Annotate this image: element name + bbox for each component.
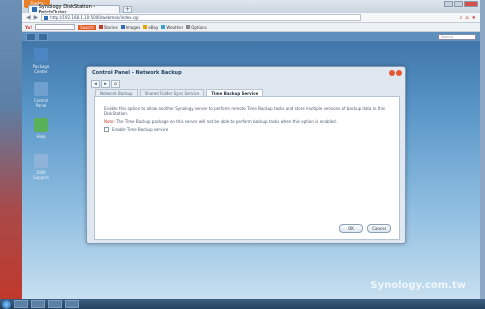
checkbox-box[interactable]: [104, 127, 109, 132]
toolbar-item-options[interactable]: Options: [186, 25, 207, 30]
forward-arrow-icon[interactable]: ▶: [34, 14, 39, 21]
windows-taskbar: [0, 299, 485, 309]
taskbar-app-ie[interactable]: [14, 300, 28, 308]
new-tab-button[interactable]: +: [123, 6, 132, 13]
stories-icon: [98, 25, 103, 29]
back-arrow-icon[interactable]: ◀: [26, 14, 31, 21]
bookmark-icon[interactable]: ★: [472, 15, 476, 21]
dsm-main-menu-button[interactable]: [26, 33, 36, 41]
toolbar-search-button[interactable]: Search: [78, 24, 96, 30]
dsm-app-button[interactable]: [38, 33, 48, 41]
cancel-button[interactable]: Cancel: [367, 224, 391, 233]
panel-content: Enable this option to allow another Syno…: [104, 106, 394, 132]
description-text: Enable this option to allow another Syno…: [104, 106, 385, 116]
desktop-icon-dsm-support[interactable]: DSM Support: [28, 154, 54, 180]
url-text: http://192.168.1.10:5000/webman/index.cg…: [50, 15, 139, 20]
dsm-taskbar: Search: [22, 32, 480, 42]
dialog-nav-buttons: ◂ ▸ ⌂: [91, 80, 120, 88]
help-icon: [34, 118, 48, 132]
note-text: Note: The Time Backup package on this se…: [104, 119, 394, 124]
toolbar-item-weather[interactable]: Weather: [161, 25, 183, 30]
windows-desktop-strip: [0, 0, 22, 299]
desktop-icon-package-center[interactable]: Package Center: [28, 48, 54, 74]
taskbar-app-other[interactable]: [65, 300, 79, 308]
synology-favicon-icon: [32, 7, 37, 12]
search-icon[interactable]: ⌕: [460, 15, 463, 21]
ebay-icon: [143, 25, 148, 29]
navigation-bar: ◀ ▶ http://192.168.1.10:5000/webman/inde…: [22, 13, 480, 23]
taskbar-app-explorer[interactable]: [31, 300, 45, 308]
back-icon[interactable]: ◂: [91, 80, 100, 88]
dialog-help-button[interactable]: [389, 70, 395, 76]
tab-panel: Enable this option to allow another Syno…: [94, 96, 400, 240]
weather-icon: [161, 25, 166, 29]
address-bar[interactable]: http://192.168.1.10:5000/webman/index.cg…: [41, 14, 362, 21]
browser-titlebar: Firefox Synology DiskStation - FetchOute…: [22, 0, 480, 16]
home-icon[interactable]: ⌂: [465, 15, 468, 21]
control-panel-icon: [34, 82, 48, 96]
options-icon: [186, 25, 191, 29]
window-controls: [444, 1, 478, 7]
synology-watermark: Synology.com.tw: [370, 280, 466, 291]
enable-time-backup-checkbox[interactable]: Enable Time Backup service: [104, 127, 394, 132]
forward-icon[interactable]: ▸: [101, 80, 110, 88]
checkbox-label: Enable Time Backup service: [112, 127, 169, 132]
dsm-search-input[interactable]: Search: [438, 34, 476, 40]
note-label: Note:: [104, 119, 115, 124]
home-icon[interactable]: ⌂: [111, 80, 120, 88]
note-body: The Time Backup package on this server w…: [116, 119, 337, 124]
desktop-icon-help[interactable]: Help: [28, 118, 54, 139]
taskbar-app-firefox[interactable]: [48, 300, 62, 308]
dialog-title: Control Panel - Network Backup: [92, 70, 182, 76]
minimize-button[interactable]: [444, 1, 453, 7]
toolbar-logo[interactable]: Yo!: [25, 25, 32, 30]
browser-tab[interactable]: Synology DiskStation - FetchOuter: [28, 4, 120, 16]
desktop-icon-control-panel[interactable]: Control Panel: [28, 82, 54, 108]
dialog-controls: [389, 70, 402, 76]
package-center-icon: [34, 48, 48, 62]
dialog-close-button[interactable]: [396, 70, 402, 76]
dialog-buttons: OK Cancel: [339, 224, 391, 233]
toolbar-item-stories[interactable]: Stories: [98, 25, 118, 30]
addon-toolbar: Yo! Search Stories Images eBay Weather O…: [22, 23, 480, 32]
images-icon: [120, 25, 125, 29]
toolbar-search-input[interactable]: [35, 24, 76, 30]
browser-tools: ⌕ ⌂ ★: [460, 15, 476, 21]
close-button[interactable]: [464, 1, 478, 7]
toolbar-item-images[interactable]: Images: [120, 25, 140, 30]
browser-window: Firefox Synology DiskStation - FetchOute…: [22, 0, 480, 299]
dsm-support-icon: [34, 154, 48, 168]
maximize-button[interactable]: [454, 1, 463, 7]
dialog-header: Control Panel - Network Backup: [87, 67, 405, 79]
windows-start-button[interactable]: [2, 299, 11, 309]
ok-button[interactable]: OK: [339, 224, 363, 233]
network-backup-dialog: Control Panel - Network Backup ◂ ▸ ⌂ Net…: [86, 66, 406, 244]
toolbar-item-ebay[interactable]: eBay: [143, 25, 158, 30]
site-favicon-icon: [44, 15, 49, 20]
